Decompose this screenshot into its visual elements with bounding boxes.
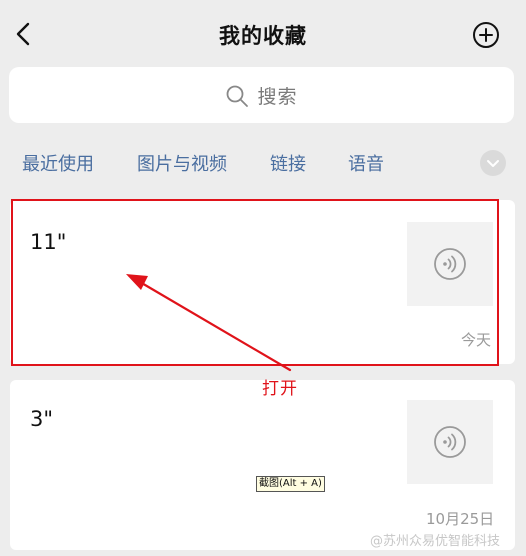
plus-circle-icon [473,22,499,48]
search-input[interactable]: 搜索 [9,67,514,123]
annotation-label: 打开 [262,379,298,399]
filter-recent[interactable]: 最近使用 [22,150,94,176]
favorites-page: 我的收藏 搜索 最近使用 图片与视频 链接 语音 11" 今天 3" 10月25… [0,0,526,556]
favorite-item[interactable]: 11" 今天 [10,200,515,364]
filter-more-button[interactable] [480,150,506,176]
header: 我的收藏 [0,0,526,66]
watermark: @苏州众易优智能科技 [370,534,501,549]
search-icon [227,85,249,107]
favorite-title: 3" [30,407,54,431]
voice-icon [434,426,466,458]
favorite-date: 今天 [461,331,492,349]
filter-images-videos[interactable]: 图片与视频 [137,150,227,176]
filter-bar: 最近使用 图片与视频 链接 语音 [0,140,526,184]
favorite-item[interactable]: 3" 10月25日 [10,380,515,550]
favorite-date: 10月25日 [426,510,495,528]
favorite-title: 11" [30,230,67,254]
search-placeholder-row: 搜索 [9,82,514,109]
voice-thumbnail [407,222,493,306]
filter-voice[interactable]: 语音 [348,150,384,176]
voice-thumbnail [407,400,493,484]
add-button[interactable] [472,21,500,49]
filter-links[interactable]: 链接 [270,150,306,176]
chevron-down-icon [487,160,499,167]
search-placeholder: 搜索 [257,86,298,108]
voice-icon [434,248,466,280]
screenshot-tooltip: 截图(Alt + A) [256,476,325,492]
page-title: 我的收藏 [219,24,307,48]
